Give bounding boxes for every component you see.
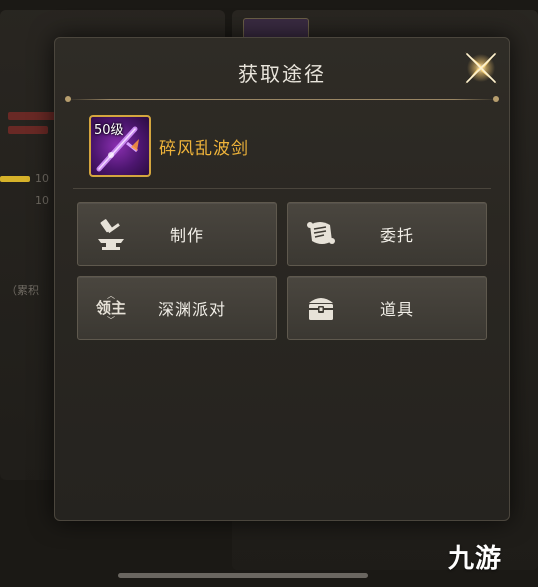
source-label: 制作	[169, 226, 204, 245]
source-label: 道具	[379, 300, 414, 319]
acquisition-modal: 获取途径 50级 碎风乱波剑 制作 委托 ︿ 领主 ﹀ 深渊派对 道具	[54, 37, 510, 521]
background-side-text: （累积	[6, 284, 39, 297]
background-progress-bar	[0, 176, 30, 182]
watermark-logo: 九游	[448, 538, 502, 575]
background-red-text	[8, 126, 48, 134]
watermark-text: 九游	[448, 544, 503, 574]
source-label: 深渊派对	[157, 300, 226, 319]
close-star-icon	[465, 52, 497, 84]
background-number: 10	[35, 194, 49, 207]
home-indicator	[118, 573, 368, 578]
item-name: 碎风乱波剑	[159, 139, 249, 159]
close-button[interactable]	[459, 46, 503, 90]
source-button-crafting[interactable]: 制作	[77, 202, 277, 266]
divider-ornament	[493, 96, 499, 102]
lord-badge-icon: ︿ 领主 ﹀	[95, 290, 126, 325]
background-number: 10	[35, 172, 49, 185]
lord-badge-text: 领主	[95, 298, 126, 317]
item-icon[interactable]: 50级	[89, 115, 151, 177]
source-button-commission[interactable]: 委托	[287, 202, 487, 266]
treasure-chest-icon	[309, 298, 333, 320]
background-red-text	[8, 112, 56, 120]
header-divider	[67, 99, 497, 100]
source-label: 委托	[379, 226, 414, 245]
anvil-icon	[98, 219, 124, 250]
modal-title: 获取途径	[238, 62, 326, 86]
source-button-abyss-party[interactable]: ︿ 领主 ﹀ 深渊派对	[77, 276, 277, 340]
divider-ornament	[65, 96, 71, 102]
source-button-items[interactable]: 道具	[287, 276, 487, 340]
item-divider	[73, 188, 491, 189]
scroll-icon	[307, 222, 335, 244]
item-level-badge: 50级	[94, 123, 124, 138]
